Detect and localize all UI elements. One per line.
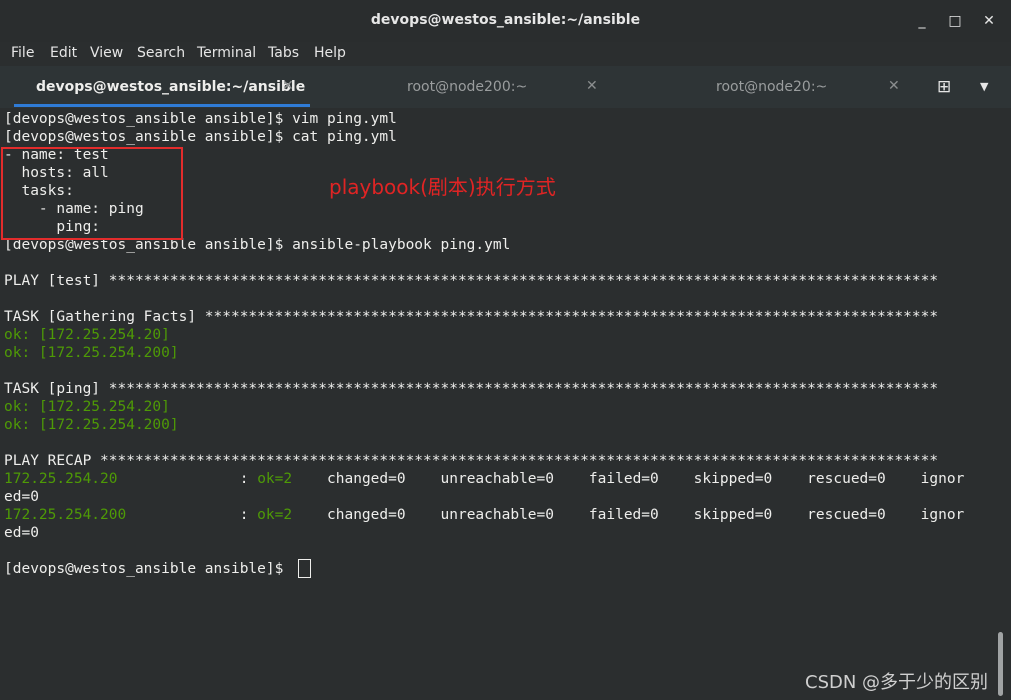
terminal-line: [devops@westos_ansible ansible]$ cat pin…	[4, 129, 397, 145]
maximize-button[interactable]: □	[945, 11, 965, 31]
tab-close-icon[interactable]: ✕	[586, 78, 598, 94]
menu-tabs[interactable]: Tabs	[268, 45, 299, 61]
recap-host: 172.25.254.200	[4, 507, 127, 523]
terminal-line-ok: ok: [172.25.254.200]	[4, 417, 179, 433]
recap-sep: :	[117, 471, 258, 487]
recap-rest: changed=0 unreachable=0 failed=0 skipped…	[292, 471, 965, 487]
annotation-label: playbook(剧本)执行方式	[329, 175, 556, 199]
close-button[interactable]: ✕	[979, 11, 999, 31]
menu-file[interactable]: File	[11, 45, 34, 61]
new-tab-icon[interactable]: ⊞	[937, 77, 951, 97]
title-bar: devops@westos_ansible:~/ansible _ □ ✕	[0, 0, 1011, 42]
menu-view[interactable]: View	[90, 45, 123, 61]
active-tab-indicator	[14, 104, 310, 107]
recap-host: 172.25.254.20	[4, 471, 118, 487]
text-cursor	[298, 559, 311, 578]
terminal-line: PLAY RECAP *****************************…	[4, 453, 939, 469]
terminal-line: ed=0	[4, 489, 39, 505]
terminal-prompt: [devops@westos_ansible ansible]$	[4, 561, 293, 577]
tab-node20[interactable]: root@node20:~ ✕	[612, 66, 910, 108]
recap-line: 172.25.254.200 : ok=2 changed=0 unreacha…	[4, 506, 994, 524]
recap-ok: ok=2	[257, 471, 293, 487]
scrollbar-thumb[interactable]	[998, 632, 1003, 696]
menu-terminal[interactable]: Terminal	[197, 45, 256, 61]
recap-line: 172.25.254.20 : ok=2 changed=0 unreachab…	[4, 470, 994, 488]
tab-bar: devops@westos_ansible:~/ansible ✕ root@n…	[0, 66, 1011, 108]
minimize-button[interactable]: _	[912, 11, 932, 31]
highlight-box	[1, 147, 183, 240]
terminal-line-ok: ok: [172.25.254.200]	[4, 345, 179, 361]
terminal-line: [devops@westos_ansible ansible]$ vim pin…	[4, 111, 397, 127]
menu-search[interactable]: Search	[137, 45, 185, 61]
terminal-line: TASK [Gathering Facts] *****************…	[4, 309, 939, 325]
tab-devops[interactable]: devops@westos_ansible:~/ansible ✕	[14, 66, 310, 108]
recap-rest: changed=0 unreachable=0 failed=0 skipped…	[292, 507, 965, 523]
window-title: devops@westos_ansible:~/ansible	[370, 12, 641, 28]
terminal-line: PLAY [test] ****************************…	[4, 273, 939, 289]
tab-label: root@node200:~	[407, 79, 528, 95]
menu-edit[interactable]: Edit	[50, 45, 77, 61]
menu-help[interactable]: Help	[314, 45, 346, 61]
terminal-line: TASK [ping] ****************************…	[4, 381, 939, 397]
recap-ok: ok=2	[257, 507, 293, 523]
tab-close-icon[interactable]: ✕	[282, 78, 294, 94]
terminal-line-ok: ok: [172.25.254.20]	[4, 327, 170, 343]
tab-label: devops@westos_ansible:~/ansible	[36, 79, 306, 95]
terminal-line: ed=0	[4, 525, 39, 541]
terminal-line-ok: ok: [172.25.254.20]	[4, 399, 170, 415]
tab-label: root@node20:~	[716, 79, 828, 95]
tab-close-icon[interactable]: ✕	[888, 78, 900, 94]
menu-bar: File Edit View Search Terminal Tabs Help	[0, 42, 1011, 66]
chevron-down-icon[interactable]: ▼	[980, 80, 988, 93]
watermark: CSDN @多于少的区别	[805, 672, 989, 693]
tab-node200[interactable]: root@node200:~ ✕	[312, 66, 610, 108]
scrollbar[interactable]	[995, 108, 1011, 700]
recap-sep: :	[126, 507, 258, 523]
